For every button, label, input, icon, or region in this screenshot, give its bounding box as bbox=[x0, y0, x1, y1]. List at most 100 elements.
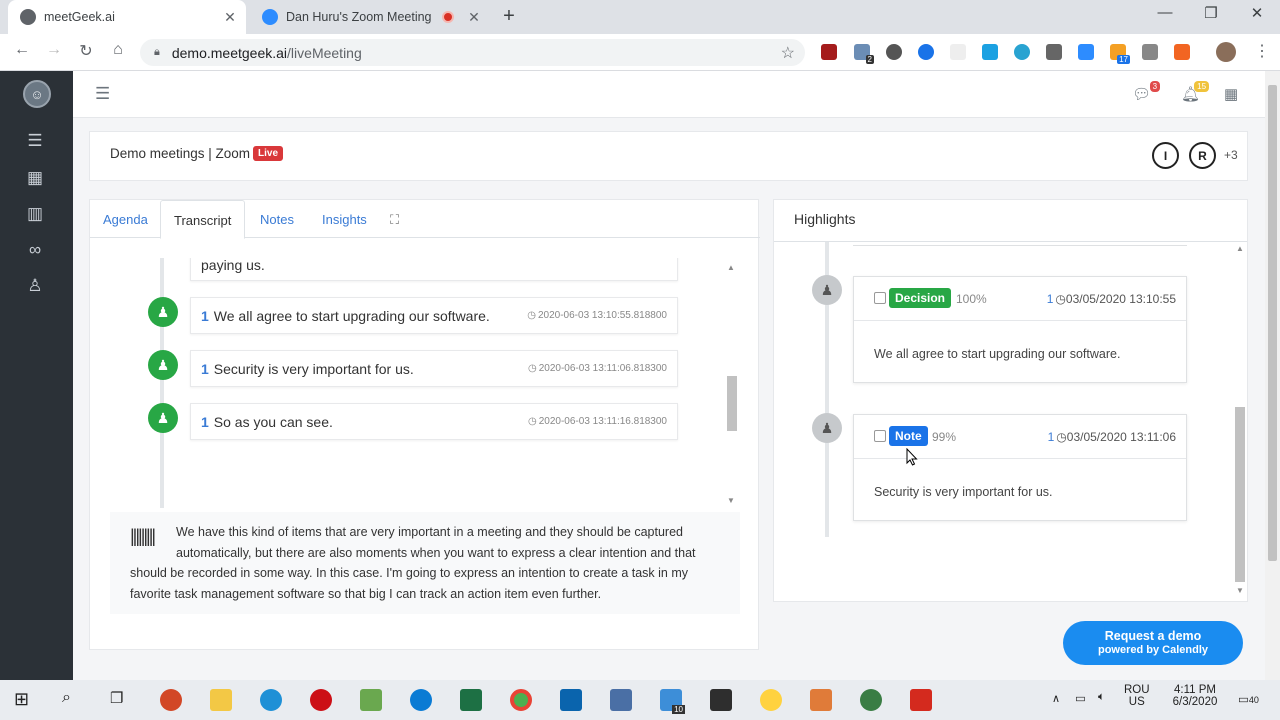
windows-extension-icon[interactable] bbox=[982, 44, 998, 60]
calendar-icon[interactable]: ▦ bbox=[24, 168, 46, 190]
close-tab-icon[interactable]: ✕ bbox=[220, 9, 240, 26]
home-icon[interactable]: ⌂ bbox=[106, 41, 130, 59]
scroll-up-arrow-icon[interactable]: ▲ bbox=[727, 263, 735, 272]
font-extension-icon[interactable] bbox=[950, 44, 966, 60]
excel-icon[interactable] bbox=[460, 689, 482, 711]
pin-extension-icon[interactable] bbox=[1046, 44, 1062, 60]
ie-app-icon[interactable]: 10 bbox=[660, 689, 685, 714]
transcript-scrollbar[interactable]: ▲ ▼ bbox=[726, 261, 738, 507]
search-icon[interactable]: ⌕ bbox=[62, 689, 84, 711]
transcript-list: paying us. ♟ 1 We all agree to start upg… bbox=[110, 258, 740, 508]
user-icon[interactable]: ♙ bbox=[24, 276, 46, 298]
highlights-panel: Highlights ♟ Decision 100% 1 ◷03/05/2020 … bbox=[773, 199, 1248, 602]
hubspot-icon[interactable] bbox=[860, 689, 882, 711]
list-icon[interactable]: ☰ bbox=[24, 131, 46, 153]
messages-icon[interactable]: 💬︎ 3 bbox=[1132, 81, 1161, 103]
app-icon[interactable] bbox=[360, 689, 382, 711]
app-icon[interactable] bbox=[810, 689, 832, 711]
input-language[interactable]: ROU US bbox=[1124, 684, 1150, 708]
tab-notes[interactable]: Notes bbox=[247, 200, 307, 238]
file-explorer-icon[interactable] bbox=[210, 689, 232, 711]
network-icon[interactable]: ▭ bbox=[1075, 691, 1086, 705]
timestamp: 03/05/2020 13:11:06 bbox=[1066, 430, 1176, 444]
zoom-icon bbox=[262, 9, 278, 25]
cloud-extension-icon[interactable] bbox=[1014, 44, 1030, 60]
participant-avatar[interactable]: R bbox=[1189, 142, 1216, 169]
participant-avatar[interactable]: I bbox=[1152, 142, 1179, 169]
tab-insights[interactable]: Insights bbox=[309, 200, 380, 238]
translate-extension-icon[interactable]: 2 bbox=[854, 44, 874, 64]
new-tab-button[interactable]: + bbox=[498, 5, 520, 28]
meetgeek-app: ☺ ☰ ▦ ▥ ∞ ♙ ☰ 💬︎ 3 🔔︎ 15 ▦ Demo meetings |… bbox=[0, 71, 1280, 680]
back-icon[interactable]: ← bbox=[10, 41, 34, 59]
notifications-bell-icon[interactable]: 🔔︎ 15 bbox=[1181, 81, 1210, 103]
blue-extension-icon[interactable] bbox=[918, 44, 934, 60]
robot-logo-icon[interactable]: ☺ bbox=[23, 80, 51, 108]
opera-icon[interactable] bbox=[310, 689, 332, 711]
transcript-item[interactable]: 1 Security is very important for us. ◷ 20… bbox=[190, 350, 678, 387]
fullscreen-icon[interactable]: ⛶ bbox=[390, 212, 399, 228]
orange-extension-icon[interactable] bbox=[1174, 44, 1190, 60]
decision-badge: Decision bbox=[889, 288, 952, 308]
speaker-number: 1 bbox=[1047, 430, 1055, 444]
tab-agenda[interactable]: Agenda bbox=[90, 200, 161, 238]
clock-icon: ◷ bbox=[528, 363, 537, 374]
restore-button[interactable]: ❐ bbox=[1188, 4, 1234, 22]
browser-tab-zoom[interactable]: Dan Huru's Zoom Meeting ✕ bbox=[250, 0, 490, 34]
lightbulb-icon[interactable] bbox=[760, 689, 782, 711]
internet-explorer-icon[interactable] bbox=[260, 689, 282, 711]
link-icon[interactable]: ∞ bbox=[24, 240, 46, 262]
highlight-text: We all agree to start upgrading our soft… bbox=[874, 347, 1121, 361]
bookmark-star-icon[interactable]: ☆ bbox=[781, 43, 795, 63]
snipping-tool-icon[interactable] bbox=[710, 689, 732, 711]
scroll-down-arrow-icon[interactable]: ▼ bbox=[1236, 586, 1244, 595]
language-code: ROU bbox=[1124, 684, 1150, 696]
tab-transcript[interactable]: Transcript bbox=[160, 200, 246, 239]
chart-icon[interactable]: ▥ bbox=[24, 204, 46, 226]
close-window-button[interactable]: ✕ bbox=[1234, 4, 1280, 22]
highlights-scrollbar[interactable]: ▲ ▼ bbox=[1233, 242, 1247, 597]
zoom-extension-icon[interactable] bbox=[1078, 44, 1094, 60]
highlight-checkbox[interactable] bbox=[874, 292, 886, 304]
edge-icon[interactable] bbox=[410, 689, 432, 711]
hamburger-menu-icon[interactable]: ☰ bbox=[95, 84, 110, 104]
reload-icon[interactable]: ↻ bbox=[74, 41, 98, 61]
page-scrollbar[interactable] bbox=[1265, 71, 1280, 680]
url-input[interactable]: 🔒︎ demo.meetgeek.ai/liveMeeting ☆ bbox=[140, 39, 805, 66]
acrobat-icon[interactable] bbox=[910, 689, 932, 711]
speaker-number: 1 bbox=[201, 413, 209, 430]
virtualbox-icon[interactable] bbox=[610, 689, 632, 711]
transcript-item[interactable]: 1 So as you can see. ◷ 2020-06-03 13:11:1… bbox=[190, 403, 678, 440]
minimize-button[interactable]: — bbox=[1142, 4, 1188, 21]
notifications-center-icon[interactable]: ▭40 bbox=[1238, 692, 1259, 706]
transcript-item[interactable]: 1 We all agree to start upgrading our so… bbox=[190, 297, 678, 334]
browser-menu-icon[interactable]: ⋮ bbox=[1250, 41, 1274, 61]
clock-icon: ◷ bbox=[527, 310, 536, 321]
highlight-card[interactable]: Decision 100% 1 ◷03/05/2020 13:10:55 We a… bbox=[853, 276, 1187, 383]
outlook-icon[interactable] bbox=[560, 689, 582, 711]
more-participants[interactable]: +3 bbox=[1224, 148, 1238, 162]
powerpoint-icon[interactable] bbox=[160, 689, 182, 711]
tab-title: meetGeek.ai bbox=[44, 10, 115, 24]
browser-tab-meetgeek[interactable]: meetGeek.ai ✕ bbox=[8, 0, 246, 34]
speaker-avatar-icon: ♟ bbox=[148, 403, 178, 433]
code-extension-icon[interactable] bbox=[1142, 44, 1158, 60]
hootsuite-extension-icon[interactable]: 17 bbox=[1110, 44, 1130, 64]
forward-icon[interactable]: → bbox=[42, 41, 66, 59]
clock[interactable]: 4:11 PM 6/3/2020 bbox=[1166, 684, 1224, 708]
highlight-checkbox[interactable] bbox=[874, 430, 886, 442]
scroll-up-arrow-icon[interactable]: ▲ bbox=[1236, 244, 1244, 253]
ublock-extension-icon[interactable] bbox=[821, 44, 837, 60]
scroll-down-arrow-icon[interactable]: ▼ bbox=[727, 496, 735, 505]
chrome-icon[interactable] bbox=[510, 689, 532, 711]
apps-grid-icon[interactable]: ▦ bbox=[1224, 85, 1238, 103]
request-demo-button[interactable]: Request a demo powered by Calendly bbox=[1063, 621, 1243, 665]
highlight-card[interactable]: Note 99% 1 ◷03/05/2020 13:11:06 Security … bbox=[853, 414, 1187, 521]
windows-start-icon[interactable]: ⊞ bbox=[14, 689, 36, 711]
tray-chevron-icon[interactable]: ∧ bbox=[1052, 692, 1060, 705]
profile-avatar[interactable] bbox=[1216, 42, 1236, 62]
circle-extension-icon[interactable] bbox=[886, 44, 902, 60]
close-tab-icon[interactable]: ✕ bbox=[464, 9, 484, 26]
volume-icon[interactable]: 🔈︎ bbox=[1098, 691, 1105, 704]
task-view-icon[interactable]: ❐ bbox=[110, 689, 132, 711]
